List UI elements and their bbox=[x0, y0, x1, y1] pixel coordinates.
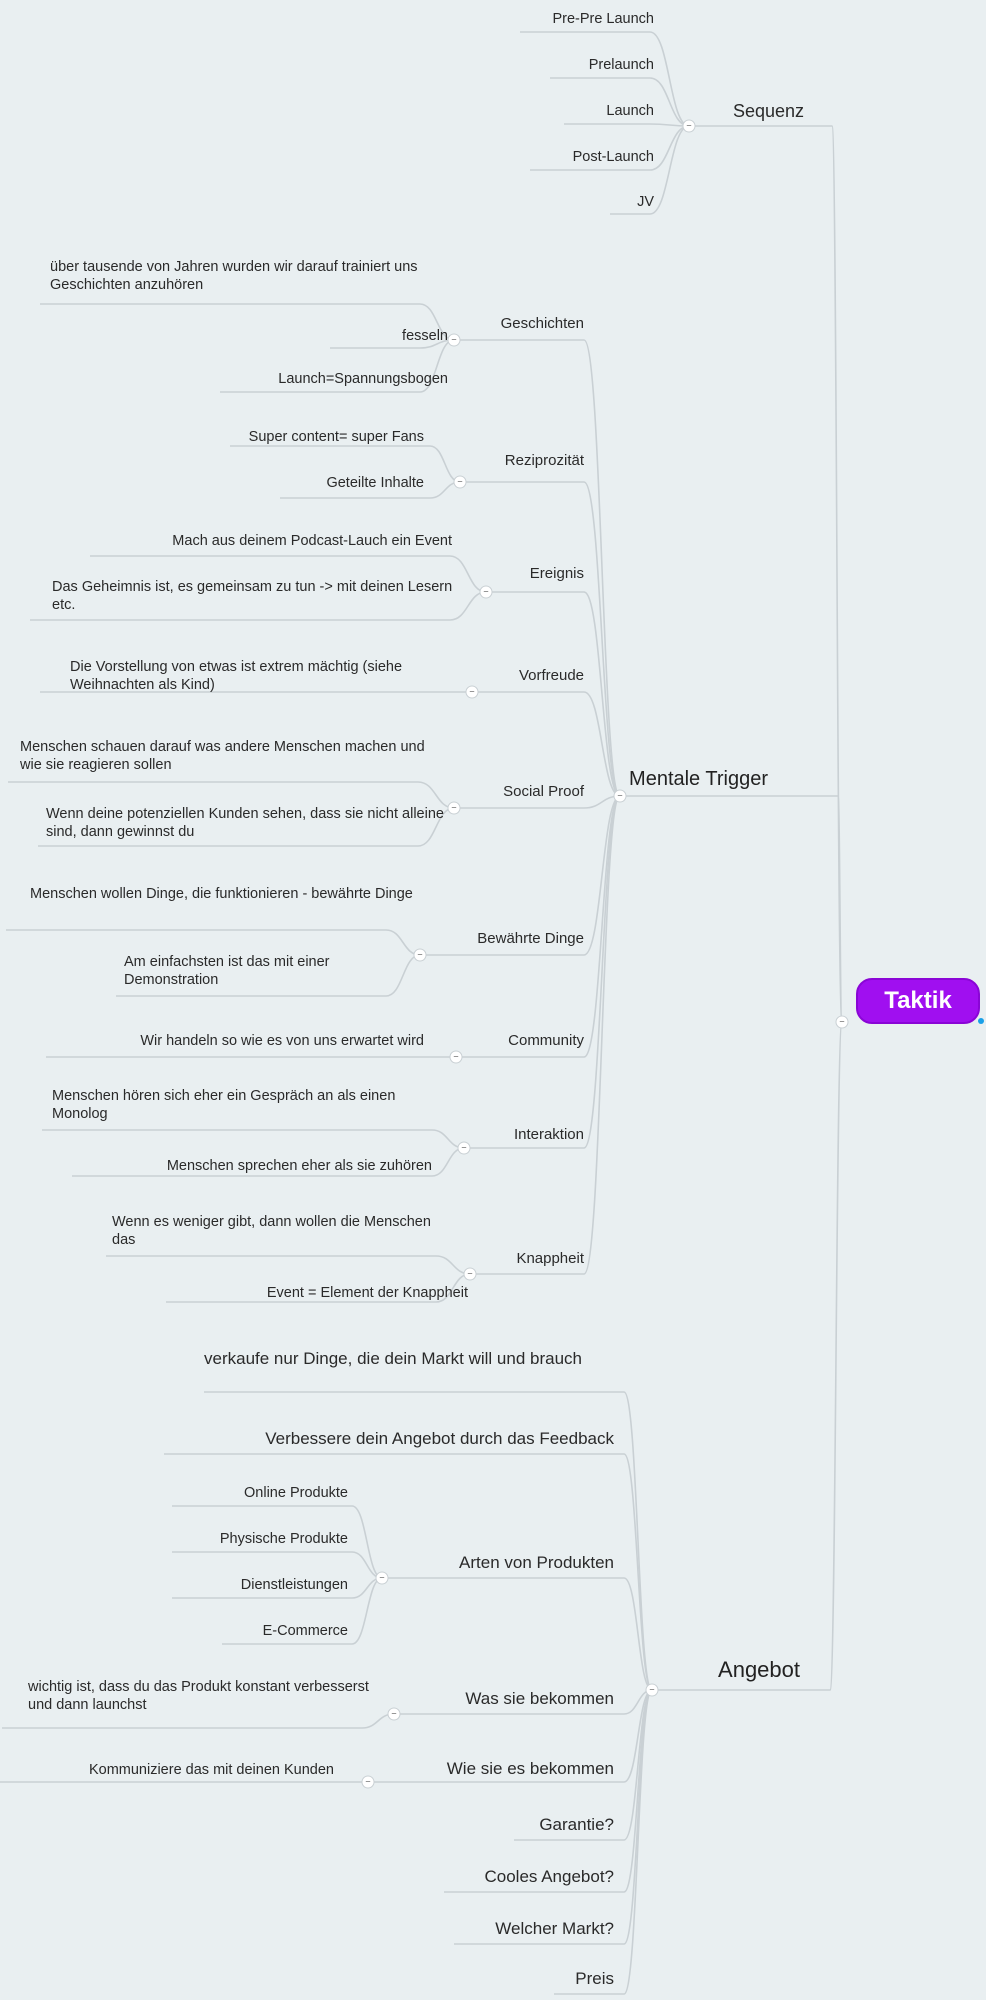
knappheit-item-event[interactable]: Event = Element der Knappheit bbox=[267, 1284, 468, 1302]
ereignis-item-geheimnis[interactable]: Das Geheimnis ist, es gemeinsam zu tun -… bbox=[52, 578, 472, 614]
connector bbox=[106, 1255, 471, 1275]
connector bbox=[564, 123, 690, 127]
root-node-taktik[interactable]: Taktik bbox=[856, 978, 980, 1024]
node-reziprozitaet[interactable]: Reziprozität bbox=[505, 452, 584, 471]
connector bbox=[583, 339, 621, 797]
geschichten-item-spannungsbogen[interactable]: Launch=Spannungsbogen bbox=[278, 370, 448, 388]
node-geschichten[interactable]: Geschichten bbox=[501, 315, 584, 334]
reziprozitaet-item-super-content[interactable]: Super content= super Fans bbox=[249, 428, 424, 446]
bewaehrte-item-demonstration[interactable]: Am einfachsten ist das mit einer Demonst… bbox=[124, 953, 424, 989]
arten-item-physisch[interactable]: Physische Produkte bbox=[220, 1530, 348, 1548]
angebot-item-welcher-markt[interactable]: Welcher Markt? bbox=[495, 1918, 614, 1939]
connector bbox=[444, 1689, 653, 1893]
node-knappheit[interactable]: Knappheit bbox=[516, 1250, 584, 1269]
collapse-toggle-was[interactable]: – bbox=[387, 1707, 401, 1721]
node-bewaehrte-dinge[interactable]: Bewährte Dinge bbox=[477, 930, 584, 949]
connector bbox=[42, 1129, 465, 1149]
collapse-toggle-bewaehrte-dinge[interactable]: – bbox=[413, 948, 427, 962]
collapse-toggle-sequenz[interactable]: – bbox=[682, 119, 696, 133]
collapse-toggle-mentale-trigger[interactable]: – bbox=[613, 789, 627, 803]
bewaehrte-item-funktionieren[interactable]: Menschen wollen Dinge, die funktionieren… bbox=[30, 885, 420, 903]
node-wie-sie-es-bekommen[interactable]: Wie sie es bekommen bbox=[447, 1758, 614, 1779]
mindmap-canvas: Taktik Sequenz Pre-Pre Launch Prelaunch … bbox=[0, 0, 986, 2000]
collapse-toggle-taktik[interactable]: – bbox=[835, 1015, 849, 1029]
connector bbox=[583, 795, 621, 1149]
sequenz-item-launch[interactable]: Launch bbox=[606, 102, 654, 120]
knappheit-item-weniger[interactable]: Wenn es weniger gibt, dann wollen die Me… bbox=[112, 1213, 452, 1249]
branch-angebot[interactable]: Angebot bbox=[718, 1656, 800, 1684]
interaktion-item-gespraech[interactable]: Menschen hören sich eher ein Gespräch an… bbox=[52, 1087, 452, 1123]
connector bbox=[520, 31, 690, 127]
socialproof-item-menschen-schauen[interactable]: Menschen schauen darauf was andere Mensc… bbox=[20, 738, 440, 774]
branch-mentale-trigger[interactable]: Mentale Trigger bbox=[629, 767, 768, 792]
arten-item-dienstleistungen[interactable]: Dienstleistungen bbox=[241, 1576, 348, 1594]
connector bbox=[583, 591, 621, 797]
sequenz-item-prelaunch[interactable]: Prelaunch bbox=[589, 56, 654, 74]
arten-item-ecommerce[interactable]: E-Commerce bbox=[263, 1622, 348, 1640]
collapse-toggle-vorfreude[interactable]: – bbox=[465, 685, 479, 699]
collapse-toggle-knappheit[interactable]: – bbox=[463, 1267, 477, 1281]
angebot-item-verbessere[interactable]: Verbessere dein Angebot durch das Feedba… bbox=[265, 1428, 614, 1449]
connector bbox=[40, 303, 455, 341]
collapse-toggle-interaktion[interactable]: – bbox=[457, 1141, 471, 1155]
reziprozitaet-item-geteilte-inhalte[interactable]: Geteilte Inhalte bbox=[326, 474, 424, 492]
angebot-item-verkaufe[interactable]: verkaufe nur Dinge, die dein Markt will … bbox=[204, 1348, 624, 1369]
geschichten-item-fesseln[interactable]: fesseln bbox=[402, 327, 448, 345]
connector bbox=[6, 929, 421, 956]
collapse-toggle-geschichten[interactable]: – bbox=[447, 333, 461, 347]
sequenz-item-post-launch[interactable]: Post-Launch bbox=[573, 148, 654, 166]
connector bbox=[623, 1577, 653, 1691]
node-arten-von-produkten[interactable]: Arten von Produkten bbox=[459, 1552, 614, 1573]
collapse-toggle-ereignis[interactable]: – bbox=[479, 585, 493, 599]
root-selection-handle[interactable] bbox=[978, 1018, 984, 1024]
angebot-item-garantie[interactable]: Garantie? bbox=[539, 1814, 614, 1835]
collapse-toggle-angebot[interactable]: – bbox=[645, 1683, 659, 1697]
arten-item-online[interactable]: Online Produkte bbox=[244, 1484, 348, 1502]
vorfreude-item-vorstellung[interactable]: Die Vorstellung von etwas ist extrem mäc… bbox=[70, 658, 470, 694]
angebot-item-cooles-angebot[interactable]: Cooles Angebot? bbox=[485, 1866, 615, 1887]
node-ereignis[interactable]: Ereignis bbox=[530, 565, 584, 584]
community-item-wir-handeln[interactable]: Wir handeln so wie es von uns erwartet w… bbox=[140, 1032, 424, 1050]
angebot-item-preis[interactable]: Preis bbox=[575, 1968, 614, 1989]
connector bbox=[829, 1021, 843, 1691]
connector bbox=[583, 481, 621, 797]
wie-item-kommuniziere[interactable]: Kommuniziere das mit deinen Kunden bbox=[89, 1761, 334, 1779]
node-social-proof[interactable]: Social Proof bbox=[503, 783, 584, 802]
collapse-toggle-community[interactable]: – bbox=[449, 1050, 463, 1064]
interaktion-item-sprechen[interactable]: Menschen sprechen eher als sie zuhören bbox=[167, 1157, 432, 1175]
socialproof-item-kunden-sehen[interactable]: Wenn deine potenziellen Kunden sehen, da… bbox=[46, 805, 466, 841]
branch-sequenz[interactable]: Sequenz bbox=[733, 100, 804, 123]
connector bbox=[2, 1713, 395, 1729]
node-interaktion[interactable]: Interaktion bbox=[514, 1126, 584, 1145]
node-community[interactable]: Community bbox=[508, 1032, 584, 1051]
ereignis-item-podcast-event[interactable]: Mach aus deinem Podcast-Lauch ein Event bbox=[172, 532, 452, 550]
was-item-konstant-verbessern[interactable]: wichtig ist, dass du das Produkt konstan… bbox=[28, 1678, 388, 1714]
node-vorfreude[interactable]: Vorfreude bbox=[519, 667, 584, 686]
collapse-toggle-arten[interactable]: – bbox=[375, 1571, 389, 1585]
geschichten-item-tausende-jahre[interactable]: über tausende von Jahren wurden wir dara… bbox=[50, 258, 440, 294]
collapse-toggle-wie[interactable]: – bbox=[361, 1775, 375, 1789]
node-was-sie-bekommen[interactable]: Was sie bekommen bbox=[465, 1688, 614, 1709]
connector bbox=[583, 795, 621, 1275]
sequenz-item-pre-pre-launch[interactable]: Pre-Pre Launch bbox=[552, 10, 654, 28]
sequenz-item-jv[interactable]: JV bbox=[637, 193, 654, 211]
collapse-toggle-reziprozitaet[interactable]: – bbox=[453, 475, 467, 489]
root-label: Taktik bbox=[884, 987, 952, 1014]
collapse-toggle-social-proof[interactable]: – bbox=[447, 801, 461, 815]
connector bbox=[172, 1551, 383, 1579]
